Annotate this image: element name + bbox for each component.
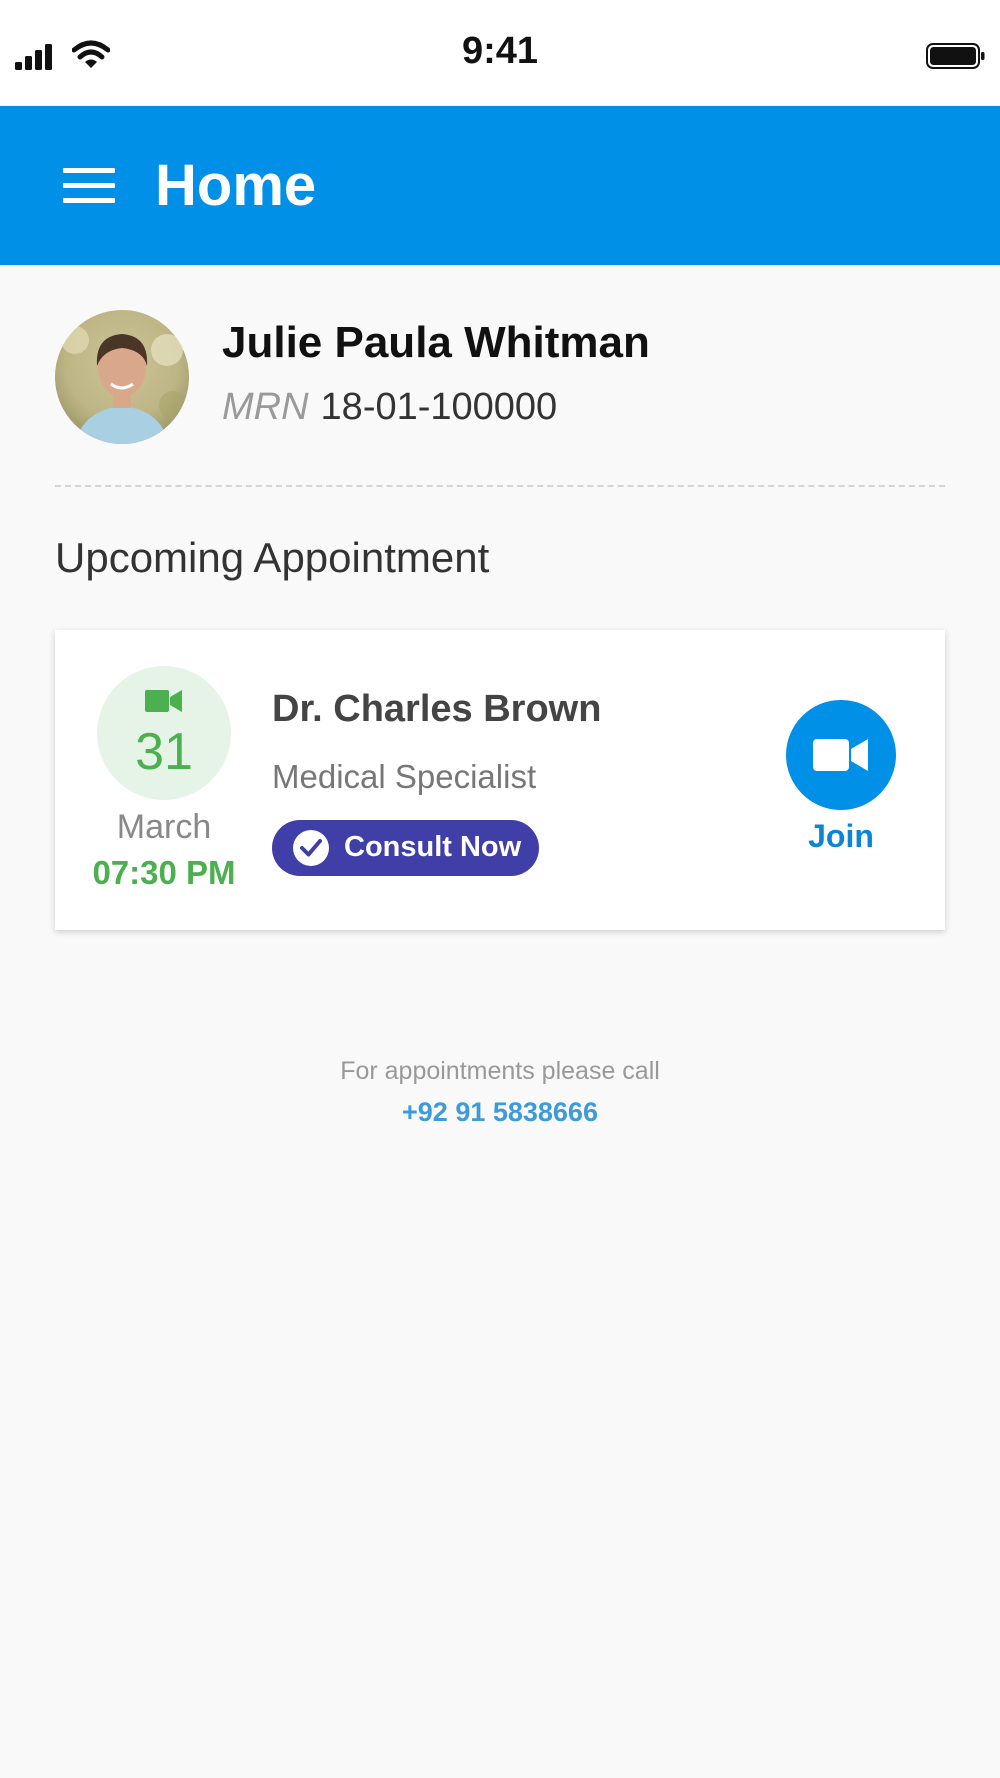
mrn-label: MRN [222,386,309,428]
menu-icon[interactable] [63,168,115,204]
check-circle-icon [293,830,329,866]
consult-now-label: Consult Now [344,831,522,863]
app-bar: Home [0,106,1000,265]
avatar [55,310,189,444]
divider [55,485,945,487]
status-time: 9:41 [461,30,539,72]
video-camera-icon [813,739,868,771]
battery-icon [926,43,985,69]
doctor-specialty: Medical Specialist [272,758,537,795]
appointment-card[interactable]: 31 March 07:30 PM Dr. Charles Brown Medi… [55,630,945,930]
phone-link[interactable]: +92 91 5838666 [0,1097,1000,1128]
consult-now-button[interactable]: Consult Now [272,820,539,876]
section-title: Upcoming Appointment [55,534,490,581]
status-bar: 9:41 [0,0,1000,106]
appointment-day: 31 [135,723,193,781]
mrn-row: MRN 18-01-100000 [222,386,557,429]
page-title: Home [155,153,317,218]
footer-text: For appointments please call [340,1057,660,1085]
video-camera-icon [145,690,182,712]
patient-name: Julie Paula Whitman [222,318,650,367]
doctor-name: Dr. Charles Brown [272,688,602,730]
join-button[interactable] [786,700,896,810]
mrn-value: 18-01-100000 [320,386,558,428]
date-badge: 31 [97,666,231,800]
join-label[interactable]: Join [786,818,896,855]
appointment-time: 07:30 PM [92,854,236,891]
appointment-month: March [116,808,212,846]
